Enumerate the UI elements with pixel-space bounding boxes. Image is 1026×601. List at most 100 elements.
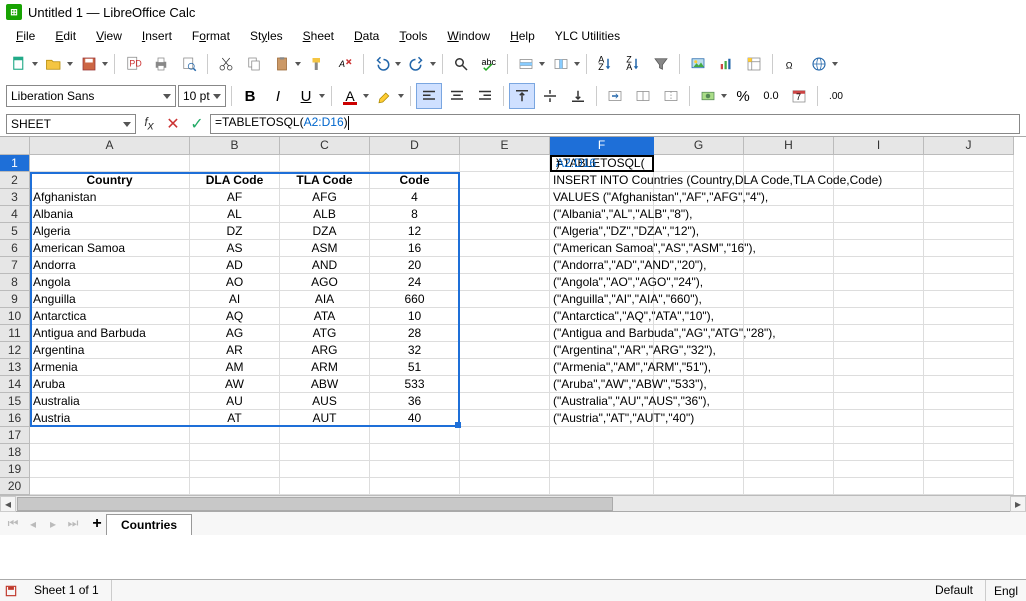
cell[interactable]: ATG: [280, 325, 370, 342]
sort-asc-button[interactable]: AZ: [592, 51, 618, 77]
cell[interactable]: [834, 410, 924, 427]
scroll-right-icon[interactable]: ▸: [1010, 496, 1026, 512]
cell[interactable]: INSERT INTO Countries (Country,DLA Code,…: [550, 172, 654, 189]
cell[interactable]: ATA: [280, 308, 370, 325]
cell[interactable]: [550, 444, 654, 461]
menu-ylc[interactable]: YLC Utilities: [547, 27, 628, 45]
menu-styles[interactable]: Styles: [242, 27, 291, 45]
cell[interactable]: [834, 223, 924, 240]
row-header[interactable]: 8: [0, 274, 30, 291]
cell[interactable]: AG: [190, 325, 280, 342]
merge-cells-button[interactable]: [602, 83, 628, 109]
cell[interactable]: [460, 393, 550, 410]
col-header-H[interactable]: H: [744, 137, 834, 155]
menu-file[interactable]: File: [8, 27, 43, 45]
last-sheet-icon[interactable]: ⏭: [64, 515, 82, 533]
cell[interactable]: AU: [190, 393, 280, 410]
menu-view[interactable]: View: [88, 27, 130, 45]
col-header-A[interactable]: A: [30, 137, 190, 155]
row-header[interactable]: 19: [0, 461, 30, 478]
currency-button[interactable]: [695, 83, 721, 109]
row-header[interactable]: 15: [0, 393, 30, 410]
cell[interactable]: [280, 427, 370, 444]
cell[interactable]: [924, 393, 1014, 410]
cell[interactable]: [30, 155, 190, 172]
cell[interactable]: ABW: [280, 376, 370, 393]
cell[interactable]: [460, 410, 550, 427]
autofilter-button[interactable]: [648, 51, 674, 77]
cell[interactable]: [924, 223, 1014, 240]
new-dropdown[interactable]: [31, 51, 39, 77]
cell[interactable]: [550, 478, 654, 495]
cell[interactable]: [924, 342, 1014, 359]
cell[interactable]: [550, 461, 654, 478]
cell[interactable]: Albania: [30, 206, 190, 223]
open-button[interactable]: [41, 51, 67, 77]
menu-edit[interactable]: Edit: [47, 27, 84, 45]
cell[interactable]: ("Austria","AT","AUT","40"): [550, 410, 654, 427]
cell[interactable]: [744, 359, 834, 376]
cell[interactable]: 36: [370, 393, 460, 410]
cell[interactable]: AO: [190, 274, 280, 291]
row-header[interactable]: 14: [0, 376, 30, 393]
cell[interactable]: [834, 274, 924, 291]
cell[interactable]: [744, 376, 834, 393]
new-button[interactable]: [6, 51, 32, 77]
cell[interactable]: [834, 155, 924, 172]
cell[interactable]: ("Argentina","AR","ARG","32"),: [550, 342, 654, 359]
menu-insert[interactable]: Insert: [134, 27, 180, 45]
row-header[interactable]: 18: [0, 444, 30, 461]
cell[interactable]: Armenia: [30, 359, 190, 376]
row-header[interactable]: 11: [0, 325, 30, 342]
cell[interactable]: [924, 308, 1014, 325]
first-sheet-icon[interactable]: ⏮: [4, 515, 22, 533]
cell[interactable]: AFG: [280, 189, 370, 206]
cell[interactable]: [834, 393, 924, 410]
cell[interactable]: AS: [190, 240, 280, 257]
cell[interactable]: [834, 376, 924, 393]
sheet-tab-countries[interactable]: Countries: [106, 514, 192, 535]
cell[interactable]: 24: [370, 274, 460, 291]
cell[interactable]: 8: [370, 206, 460, 223]
cell[interactable]: AM: [190, 359, 280, 376]
cell[interactable]: [924, 359, 1014, 376]
cell[interactable]: AF: [190, 189, 280, 206]
align-right-button[interactable]: [472, 83, 498, 109]
cell[interactable]: Aruba: [30, 376, 190, 393]
highlight-button[interactable]: [372, 83, 398, 109]
cell[interactable]: [30, 461, 190, 478]
scroll-thumb[interactable]: [17, 497, 613, 511]
cell[interactable]: ("Aruba","AW","ABW","533"),: [550, 376, 654, 393]
cell[interactable]: Austria: [30, 410, 190, 427]
cell[interactable]: [460, 461, 550, 478]
col-header-D[interactable]: D: [370, 137, 460, 155]
cell[interactable]: [460, 274, 550, 291]
cell[interactable]: [924, 444, 1014, 461]
cell[interactable]: 12: [370, 223, 460, 240]
cell[interactable]: [834, 206, 924, 223]
cell[interactable]: [460, 308, 550, 325]
cell[interactable]: TLA Code: [280, 172, 370, 189]
save-button[interactable]: [76, 51, 102, 77]
cell[interactable]: [744, 274, 834, 291]
cell[interactable]: AUT: [280, 410, 370, 427]
cell[interactable]: [654, 444, 744, 461]
insert-image-button[interactable]: [685, 51, 711, 77]
cancel-formula-icon[interactable]: ✕: [162, 114, 184, 134]
cell[interactable]: [744, 308, 834, 325]
font-size-combo[interactable]: 10 pt: [178, 85, 226, 107]
italic-button[interactable]: I: [265, 83, 291, 109]
col-header-F[interactable]: F: [550, 137, 654, 155]
cell[interactable]: [834, 240, 924, 257]
cell[interactable]: Code: [370, 172, 460, 189]
menu-data[interactable]: Data: [346, 27, 387, 45]
cell[interactable]: [30, 444, 190, 461]
prev-sheet-icon[interactable]: ◂: [24, 515, 42, 533]
col-header-C[interactable]: C: [280, 137, 370, 155]
special-char-button[interactable]: Ω: [778, 51, 804, 77]
cell[interactable]: ("Antigua and Barbuda","AG","ATG","28"),: [550, 325, 654, 342]
cell[interactable]: [924, 189, 1014, 206]
cell[interactable]: [834, 325, 924, 342]
cell[interactable]: 51: [370, 359, 460, 376]
undo-button[interactable]: [369, 51, 395, 77]
